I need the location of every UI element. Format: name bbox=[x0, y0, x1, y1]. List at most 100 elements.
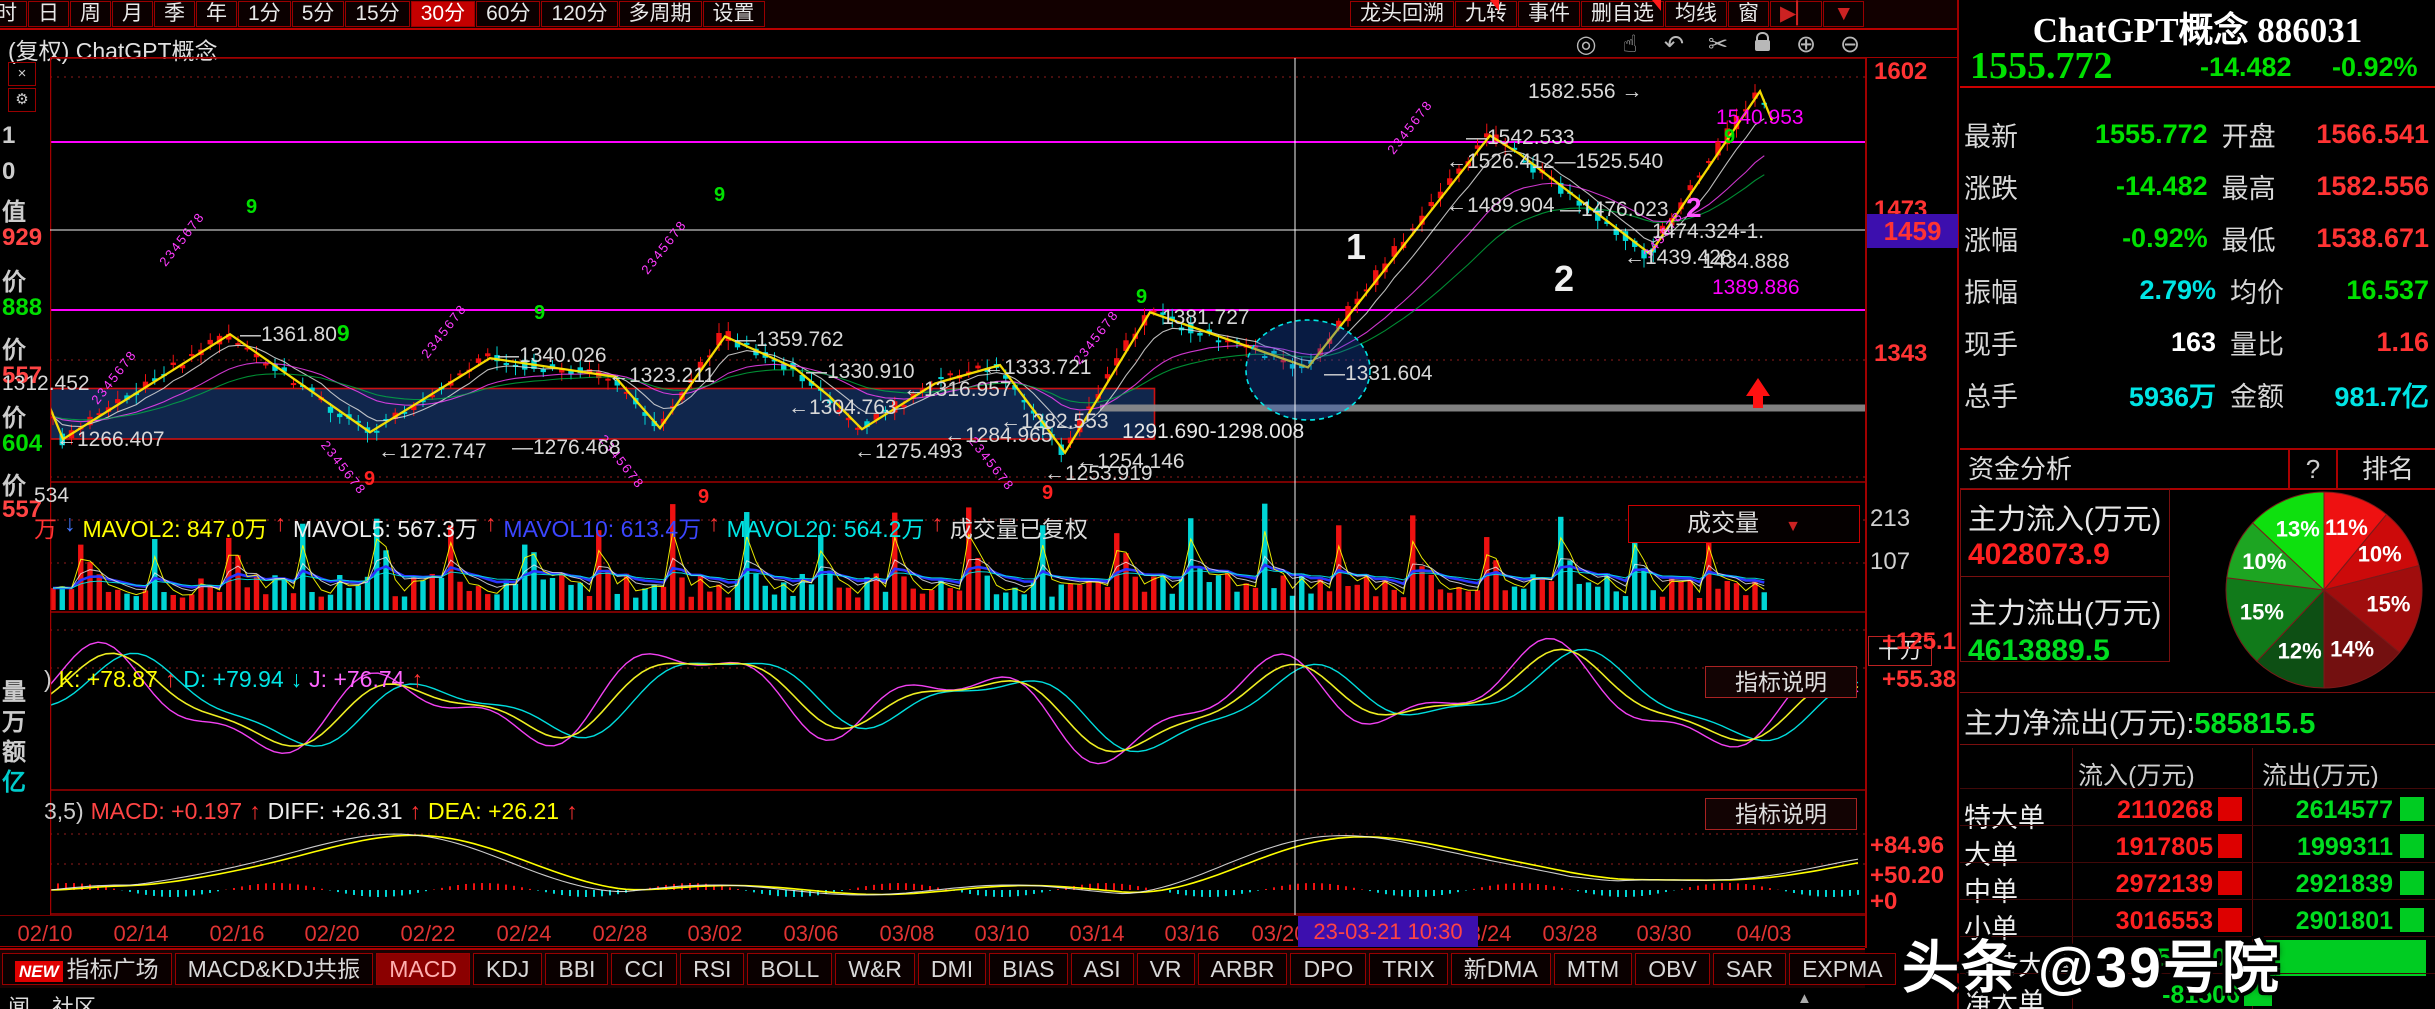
period-button-15分[interactable]: 15分 bbox=[345, 1, 410, 27]
td-nine-marker: 9 bbox=[364, 468, 376, 490]
toolbar-button-窗[interactable]: 窗 bbox=[1728, 1, 1769, 27]
outflow-label: 主力流出(万元) bbox=[1968, 598, 2162, 630]
panel-divider bbox=[1957, 0, 1959, 1009]
divider bbox=[1960, 692, 2435, 693]
tab-MACD[interactable]: MACD bbox=[376, 953, 470, 985]
rank-button[interactable]: 排名 bbox=[2343, 450, 2433, 488]
td-nine-marker: 9 bbox=[246, 196, 258, 218]
tab-新DMA[interactable]: 新DMA bbox=[1450, 953, 1551, 985]
left-strip-item: 888 bbox=[2, 294, 43, 321]
flow-in-bar bbox=[2218, 834, 2242, 858]
period-button-年[interactable]: 年 bbox=[196, 1, 237, 27]
period-button-周[interactable]: 周 bbox=[70, 1, 111, 27]
flow-in-value: 2110268 bbox=[2117, 796, 2213, 824]
macd-explain-button[interactable]: 指标说明 bbox=[1705, 798, 1857, 830]
toolbar-button-事件[interactable]: 事件 bbox=[1518, 1, 1580, 27]
next-pane-icon[interactable]: ▶▏ bbox=[1770, 1, 1823, 27]
period-button-时[interactable]: 时 bbox=[0, 1, 27, 27]
tab-KDJ[interactable]: KDJ bbox=[472, 953, 543, 985]
tab-BIAS[interactable]: BIAS bbox=[989, 953, 1068, 985]
zoom-out-icon[interactable]: ⊖ bbox=[1836, 30, 1864, 59]
tab-VR[interactable]: VR bbox=[1136, 953, 1195, 985]
period-button-月[interactable]: 月 bbox=[112, 1, 153, 27]
indicator-value: ↑ bbox=[566, 798, 578, 824]
period-button-60分[interactable]: 60分 bbox=[476, 1, 541, 27]
bottom-clipped-row: 闻 社区 ▲ bbox=[0, 988, 1865, 1009]
kdj-explain-button[interactable]: 指标说明 bbox=[1705, 666, 1857, 698]
tab-ARBR[interactable]: ARBR bbox=[1197, 953, 1288, 985]
tab-CCI[interactable]: CCI bbox=[611, 953, 678, 985]
price-label: ←1333.721 bbox=[983, 356, 1092, 379]
lock-icon[interactable] bbox=[1748, 30, 1776, 59]
axis-kdj-label: +125.1 bbox=[1882, 628, 1957, 655]
period-button-1分[interactable]: 1分 bbox=[238, 1, 291, 27]
tab-BOLL[interactable]: BOLL bbox=[747, 953, 833, 985]
tab-ASI[interactable]: ASI bbox=[1070, 953, 1134, 985]
indicator-value: ) bbox=[44, 666, 52, 692]
eye-icon[interactable]: ◎ bbox=[1572, 30, 1600, 59]
indicator-value: MAVOL20: 564.2万 bbox=[726, 516, 925, 542]
chart-tool-icons: ◎ ☝ ↶ ✂ ⊕ ⊖ bbox=[1572, 30, 1864, 59]
bottom-item[interactable]: ▲ bbox=[1797, 990, 1812, 1007]
tab-EXPMA[interactable]: EXPMA bbox=[1789, 953, 1896, 985]
period-button-季[interactable]: 季 bbox=[154, 1, 195, 27]
indicator-value: MAVOL2: 847.0万 bbox=[82, 516, 268, 542]
period-button-5分[interactable]: 5分 bbox=[291, 1, 345, 27]
indicator-value: 成交量已复权 bbox=[949, 516, 1088, 542]
bottom-item[interactable]: 闻 bbox=[8, 990, 30, 1009]
flow-in-value: 2972139 bbox=[2115, 870, 2213, 898]
tab-SAR[interactable]: SAR bbox=[1712, 953, 1787, 985]
toolbar-button-均线[interactable]: 均线 bbox=[1665, 1, 1727, 27]
zoom-in-icon[interactable]: ⊕ bbox=[1792, 30, 1820, 59]
alert-flag-icon bbox=[1652, 0, 1661, 11]
toolbar-button-九转[interactable]: 九转 bbox=[1455, 1, 1517, 27]
flow-in-bar bbox=[2218, 797, 2242, 821]
scissors-icon[interactable]: ✂ bbox=[1704, 30, 1732, 59]
indicator-value: ↑ bbox=[274, 510, 286, 536]
pie-slice-label: 11% bbox=[2325, 515, 2368, 540]
quote-row: 涨跌 -14.482 最高 1582.556 bbox=[1964, 160, 2433, 212]
price-label: 1312.452 bbox=[2, 372, 90, 395]
quote-row: 总手 5936万 金额 981.7亿 bbox=[1964, 368, 2433, 420]
help-button[interactable]: ? bbox=[2288, 450, 2338, 488]
period-button-多周期[interactable]: 多周期 bbox=[618, 1, 702, 27]
period-button-120分[interactable]: 120分 bbox=[541, 1, 618, 27]
pie-slice-label: 15% bbox=[2366, 591, 2410, 616]
quote-cell: 163 bbox=[2170, 326, 2216, 357]
net-outflow-row: 主力净流出(万元):585815.5 bbox=[1964, 700, 2315, 742]
flow-row-name: 中单 bbox=[1964, 877, 2018, 907]
indicator-value: ↓ bbox=[290, 666, 303, 692]
dropdown-icon[interactable]: ▼ bbox=[1823, 1, 1865, 27]
tab-BBI[interactable]: BBI bbox=[545, 953, 609, 985]
fund-pie-chart: 11%10%15%14%12%15%10%13% bbox=[2225, 491, 2423, 689]
tab-DMI[interactable]: DMI bbox=[917, 953, 987, 985]
axis-volume-label: 213 bbox=[1870, 505, 1911, 532]
hand-icon[interactable]: ☝ bbox=[1616, 30, 1644, 59]
toolbar-button-龙头回溯[interactable]: 龙头回溯 bbox=[1350, 1, 1454, 27]
price-label: 534 bbox=[34, 484, 70, 507]
left-clipped-panel: × ⚙ 1 0 值 929 价 888 价 557 价 604 价 557 量万额亿 bbox=[0, 58, 50, 958]
period-button-30分[interactable]: 30分 bbox=[410, 1, 476, 27]
volume-type-dropdown[interactable]: 成交量 ▼ bbox=[1628, 505, 1860, 543]
candlestick-chart[interactable] bbox=[50, 58, 1865, 915]
tab-指标广场[interactable]: NEW 指标广场 bbox=[2, 953, 172, 985]
tab-TRIX[interactable]: TRIX bbox=[1369, 953, 1448, 985]
tab-MACD&KDJ共振[interactable]: MACD&KDJ共振 bbox=[174, 953, 374, 985]
tab-RSI[interactable]: RSI bbox=[680, 953, 745, 985]
tab-W&R[interactable]: W&R bbox=[835, 953, 915, 985]
bottom-item[interactable]: 社区 bbox=[52, 990, 96, 1009]
indicator-value: ↑ bbox=[484, 510, 497, 536]
tab-MTM[interactable]: MTM bbox=[1553, 953, 1633, 985]
indicator-value: ↑ bbox=[249, 798, 261, 824]
indicator-value: J: +76.74 bbox=[309, 666, 405, 692]
price-label: —1359.762 bbox=[735, 328, 844, 351]
tab-DPO[interactable]: DPO bbox=[1290, 953, 1367, 985]
left-strip-item: × bbox=[8, 62, 36, 86]
tab-OBV[interactable]: OBV bbox=[1635, 953, 1710, 985]
undo-icon[interactable]: ↶ bbox=[1660, 30, 1688, 59]
period-button-日[interactable]: 日 bbox=[28, 1, 69, 27]
period-button-设置[interactable]: 设置 bbox=[702, 1, 765, 27]
left-strip-item: ⚙ bbox=[8, 88, 36, 112]
left-strip-item: 值 bbox=[2, 199, 26, 226]
quote-panel: ChatGPT概念 886031 1555.772 -14.482 -0.92%… bbox=[1960, 0, 2435, 1009]
